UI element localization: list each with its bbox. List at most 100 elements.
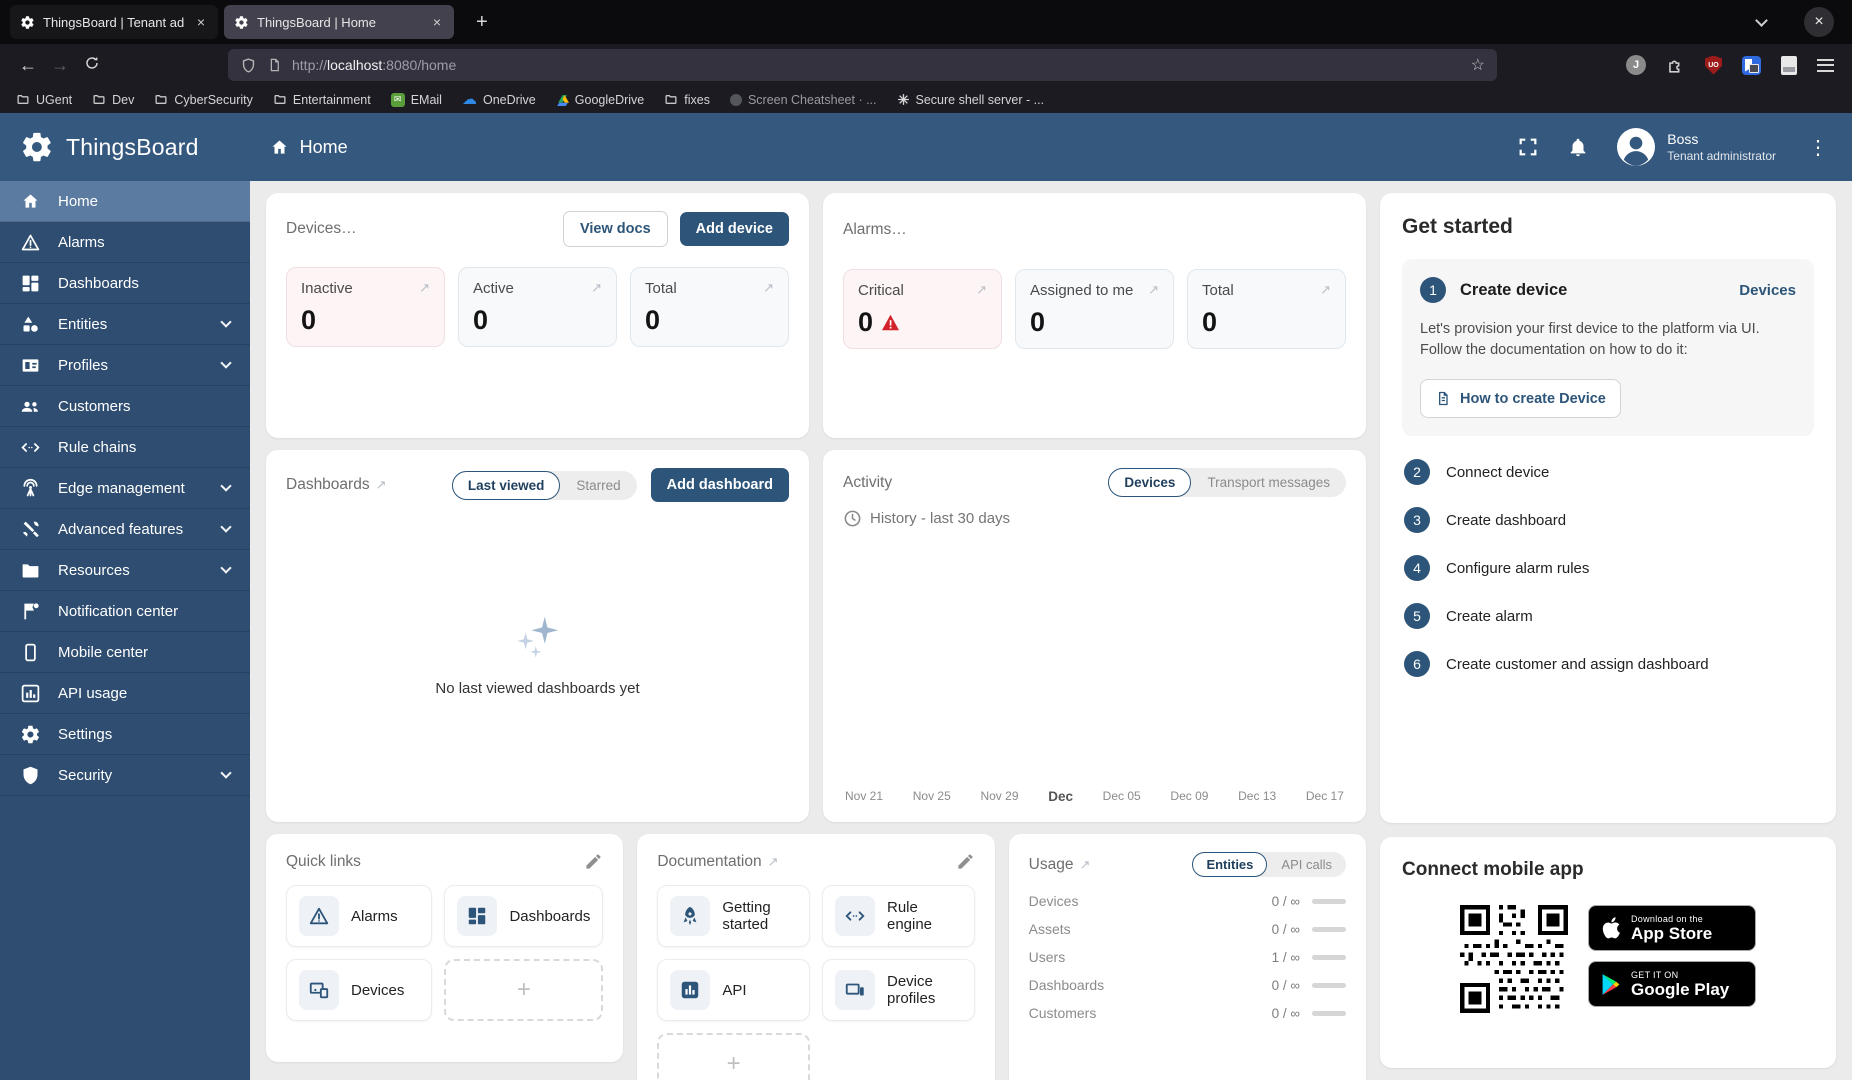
get-started-step-5[interactable]: 5 Create alarm <box>1402 592 1814 640</box>
usage-progress-bar <box>1311 982 1346 988</box>
new-tab-button[interactable]: + <box>470 11 494 34</box>
stat-alarms-critical[interactable]: Critical ↗ 0 <box>843 269 1002 349</box>
x-tick: Dec 09 <box>1170 789 1209 803</box>
sidebar-item-home[interactable]: Home <box>0 181 250 222</box>
thingsboard-favicon <box>21 15 34 29</box>
fullscreen-icon[interactable] <box>1517 136 1539 158</box>
sidebar-item-profiles[interactable]: Profiles <box>0 345 250 386</box>
breadcrumb-home[interactable]: Home <box>269 137 348 158</box>
password-manager-extension-icon[interactable] <box>1742 55 1761 75</box>
stat-devices-inactive[interactable]: Inactive ↗ 0 <box>286 267 445 347</box>
step-number-badge: 4 <box>1404 555 1430 582</box>
back-button[interactable]: ← <box>12 55 44 76</box>
add-doc-link-button[interactable]: + <box>657 1033 810 1080</box>
sidebar-item-edge-management[interactable]: Edge management <box>0 468 250 509</box>
quick-link-devices[interactable]: Devices <box>286 959 433 1021</box>
external-link-arrow-icon: ↗ <box>419 280 430 295</box>
sidebar-item-advanced-features[interactable]: Advanced features <box>0 509 250 550</box>
edit-pencil-icon[interactable] <box>956 852 975 871</box>
reload-button[interactable] <box>76 55 108 76</box>
thingsboard-logo[interactable]: ThingsBoard <box>20 130 199 164</box>
step-number-badge: 6 <box>1404 651 1430 678</box>
tab-close-icon[interactable]: × <box>194 14 208 30</box>
sidebar-item-notification-center[interactable]: Notification center <box>0 591 250 632</box>
sidebar-item-security[interactable]: Security <box>0 755 250 796</box>
stat-alarms-total[interactable]: Total ↗ 0 <box>1187 269 1346 349</box>
doc-link-rule-engine[interactable]: Rule engine <box>821 885 975 947</box>
sidebar-item-settings[interactable]: Settings <box>0 714 250 755</box>
bookmark-onedrive[interactable]: ☁ OneDrive <box>462 92 536 107</box>
extensions-puzzle-icon[interactable] <box>1666 56 1685 75</box>
bookmark-entertainment[interactable]: Entertainment <box>273 93 371 107</box>
kebab-menu-icon[interactable]: ⋮ <box>1804 135 1832 160</box>
toggle-api-calls[interactable]: API calls <box>1267 852 1346 877</box>
window-close-button[interactable]: × <box>1804 7 1834 37</box>
get-started-step-3[interactable]: 3 Create dashboard <box>1402 496 1814 544</box>
bookmark-screen-cheatsheet[interactable]: Screen Cheatsheet · ... <box>729 93 877 107</box>
bookmark-secure-shell[interactable]: Secure shell server - ... <box>897 93 1044 107</box>
page-info-icon[interactable] <box>267 57 282 73</box>
tracking-shield-icon[interactable] <box>240 57 257 74</box>
app-store-badge[interactable]: Download on the App Store <box>1588 905 1756 951</box>
customers-people-icon <box>21 401 38 412</box>
ublock-extension-icon[interactable]: UO <box>1705 55 1722 75</box>
browser-tab-tenant[interactable]: ThingsBoard | Tenant ad × <box>10 5 218 39</box>
user-role: Tenant administrator <box>1667 149 1776 163</box>
toggle-devices[interactable]: Devices <box>1108 468 1192 497</box>
quick-link-alarms[interactable]: Alarms <box>286 885 433 947</box>
how-to-create-device-button[interactable]: How to create Device <box>1420 379 1621 419</box>
reader-view-icon[interactable] <box>1781 55 1797 75</box>
bookmark-googledrive[interactable]: GoogleDrive <box>556 93 644 107</box>
bookmark-dev[interactable]: Dev <box>92 93 134 107</box>
add-quick-link-button[interactable]: + <box>444 959 604 1021</box>
devices-link[interactable]: Devices <box>1739 282 1796 299</box>
tab-close-icon[interactable]: × <box>430 14 444 30</box>
bookmark-cybersecurity[interactable]: CyberSecurity <box>154 93 253 107</box>
sidebar-item-entities[interactable]: Entities <box>0 304 250 345</box>
sidebar-item-api-usage[interactable]: API usage <box>0 673 250 714</box>
usage-row-dashboards: Dashboards 0 / ∞ <box>1029 977 1346 993</box>
doc-link-api[interactable]: API <box>657 959 810 1021</box>
tools-icon <box>22 521 39 537</box>
stat-devices-total[interactable]: Total ↗ 0 <box>630 267 789 347</box>
notifications-bell-icon[interactable] <box>1567 136 1589 158</box>
sidebar-item-mobile-center[interactable]: Mobile center <box>0 632 250 673</box>
bookmark-email[interactable]: ✉ EMail <box>390 92 442 107</box>
get-started-step-4[interactable]: 4 Configure alarm rules <box>1402 544 1814 592</box>
toggle-last-viewed[interactable]: Last viewed <box>451 470 561 500</box>
sidebar-item-rule-chains[interactable]: Rule chains <box>0 427 250 468</box>
url-bar[interactable]: http://localhost:8080/home ☆ <box>228 49 1497 81</box>
toggle-entities[interactable]: Entities <box>1192 852 1268 877</box>
quick-link-dashboards[interactable]: Dashboards <box>444 885 604 947</box>
toggle-transport-messages[interactable]: Transport messages <box>1191 468 1346 497</box>
list-tabs-chevron-icon[interactable] <box>1755 13 1768 27</box>
user-menu[interactable]: Boss Tenant administrator <box>1617 128 1776 166</box>
browser-navbar: ← → http://localhost:8080/home ☆ J UO <box>0 44 1852 86</box>
sidebar-item-resources[interactable]: Resources <box>0 550 250 591</box>
doc-link-device-profiles[interactable]: Device profiles <box>821 959 975 1021</box>
step-number-badge: 5 <box>1404 603 1430 630</box>
edit-pencil-icon[interactable] <box>584 852 603 871</box>
sidebar-item-customers[interactable]: Customers <box>0 386 250 427</box>
get-started-step-2[interactable]: 2 Connect device <box>1402 448 1814 496</box>
view-docs-button[interactable]: View docs <box>562 211 668 247</box>
add-dashboard-button[interactable]: Add dashboard <box>650 468 789 502</box>
bookmark-ugent[interactable]: UGent <box>16 93 72 107</box>
stat-devices-active[interactable]: Active ↗ 0 <box>458 267 617 347</box>
doc-link-getting-started[interactable]: Getting started <box>657 885 810 947</box>
sidebar-item-alarms[interactable]: Alarms <box>0 222 250 263</box>
forward-button[interactable]: → <box>44 55 76 76</box>
toggle-starred[interactable]: Starred <box>560 471 636 500</box>
add-device-button[interactable]: Add device <box>679 212 789 246</box>
stat-alarms-assigned[interactable]: Assigned to me ↗ 0 <box>1015 269 1174 349</box>
sidebar-item-dashboards[interactable]: Dashboards <box>0 263 250 304</box>
jshelter-extension-icon[interactable]: J <box>1626 55 1646 75</box>
cloud-icon: ☁ <box>461 91 477 108</box>
bookmark-fixes[interactable]: fixes <box>664 93 710 107</box>
browser-tab-home[interactable]: ThingsBoard | Home × <box>224 5 454 39</box>
google-play-badge[interactable]: GET IT ON Google Play <box>1588 961 1756 1007</box>
menu-hamburger-icon[interactable] <box>1817 58 1834 72</box>
get-started-step-6[interactable]: 6 Create customer and assign dashboard <box>1402 640 1814 688</box>
bookmark-star-icon[interactable]: ☆ <box>1471 55 1485 75</box>
external-link-arrow-icon[interactable]: ↗ <box>376 477 387 493</box>
